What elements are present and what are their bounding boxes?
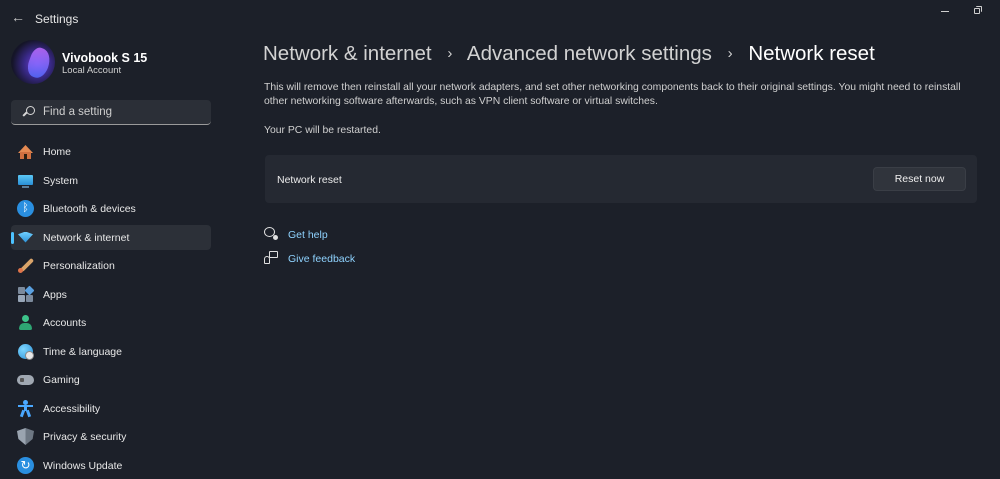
sidebar-item-label: Apps xyxy=(43,288,67,301)
back-arrow-icon[interactable]: ← xyxy=(9,8,27,26)
sidebar-item-windows-update[interactable]: Windows Update xyxy=(11,453,211,478)
network-reset-card: Network reset Reset now xyxy=(265,155,977,203)
sidebar-item-personalization[interactable]: Personalization xyxy=(11,253,211,278)
search-input[interactable]: Find a setting xyxy=(11,100,211,125)
brush-icon xyxy=(17,257,35,274)
page-description: This will remove then reinstall all your… xyxy=(264,82,961,107)
sidebar-item-label: Accessibility xyxy=(43,402,101,415)
sidebar-item-network[interactable]: Network & internet xyxy=(11,224,211,250)
feedback-icon xyxy=(264,251,278,265)
sidebar-item-bluetooth[interactable]: Bluetooth & devices xyxy=(11,196,211,221)
restore-icon[interactable] xyxy=(971,5,983,17)
sidebar-item-home[interactable]: Home xyxy=(11,139,211,164)
gamepad-icon xyxy=(17,371,34,388)
title-bar: ← Settings xyxy=(0,0,1000,36)
breadcrumb: Network & internet › Advanced network se… xyxy=(263,42,875,66)
sidebar-item-label: Time & language xyxy=(43,345,122,358)
app-title: Settings xyxy=(35,12,79,26)
sidebar-item-label: Personalization xyxy=(43,260,115,272)
sidebar-item-label: Home xyxy=(43,146,72,158)
sidebar-item-accessibility[interactable]: Accessibility xyxy=(11,396,211,421)
sidebar-item-privacy-security[interactable]: Privacy & security xyxy=(11,424,211,449)
person-icon xyxy=(17,314,34,331)
reset-now-button[interactable]: Reset now xyxy=(873,167,966,191)
sidebar-item-gaming[interactable]: Gaming xyxy=(11,367,211,392)
sidebar-item-accounts[interactable]: Accounts xyxy=(11,310,211,335)
breadcrumb-separator: › xyxy=(727,45,733,62)
minimize-icon[interactable] xyxy=(938,4,952,18)
card-label: Network reset xyxy=(277,174,342,186)
sidebar-item-system[interactable]: System xyxy=(11,168,211,193)
page-title: Network reset xyxy=(748,42,875,65)
give-feedback-link[interactable]: Give feedback xyxy=(288,253,355,265)
globe-clock-icon xyxy=(17,343,34,360)
active-indicator xyxy=(11,231,14,244)
wifi-icon xyxy=(17,229,34,246)
sidebar-item-label: Bluetooth & devices xyxy=(43,203,136,215)
profile-account-type: Local Account xyxy=(62,65,122,76)
restart-note: Your PC will be restarted. xyxy=(264,125,381,136)
sidebar-item-label: Windows Update xyxy=(43,459,123,472)
sidebar-item-label: Network & internet xyxy=(43,231,130,244)
sidebar-item-label: Privacy & security xyxy=(43,431,127,443)
sidebar-item-label: Accounts xyxy=(43,317,87,329)
breadcrumb-network-internet[interactable]: Network & internet xyxy=(263,42,432,65)
sidebar-nav: Home System Bluetooth & devices Network … xyxy=(11,139,211,479)
search-placeholder: Find a setting xyxy=(43,106,113,118)
avatar[interactable] xyxy=(11,40,55,84)
sidebar-item-apps[interactable]: Apps xyxy=(11,282,211,307)
help-icon xyxy=(264,227,278,241)
sidebar-item-label: System xyxy=(43,174,79,187)
profile-name: Vivobook S 15 xyxy=(62,51,148,65)
apps-icon xyxy=(17,285,35,303)
search-icon xyxy=(22,106,35,118)
update-icon xyxy=(17,456,34,474)
get-help-link[interactable]: Get help xyxy=(288,229,328,241)
breadcrumb-advanced-network-settings[interactable]: Advanced network settings xyxy=(467,42,712,65)
monitor-icon xyxy=(17,172,34,189)
bluetooth-icon xyxy=(17,200,34,217)
sidebar-item-label: Gaming xyxy=(43,374,80,386)
breadcrumb-separator: › xyxy=(447,45,453,62)
home-icon xyxy=(17,143,34,160)
shield-icon xyxy=(17,428,34,445)
sidebar-item-time-language[interactable]: Time & language xyxy=(11,339,211,364)
accessibility-icon xyxy=(17,399,34,417)
